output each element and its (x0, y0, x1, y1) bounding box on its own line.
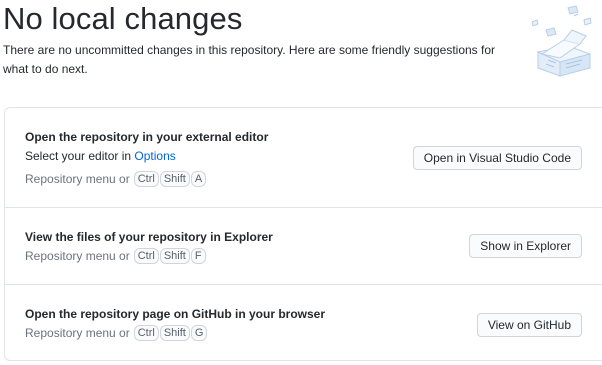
suggestion-description: Select your editor in Options (25, 149, 176, 163)
suggestion-title: Open the repository page on GitHub in yo… (25, 307, 326, 321)
suggestion-row-show-explorer: View the files of your repository in Exp… (5, 208, 602, 285)
kbd-key: A (190, 171, 207, 187)
shortcut-hint: Repository menu or Ctrl Shift G (25, 325, 208, 341)
shortcut-hint: Repository menu or Ctrl Shift F (25, 248, 207, 264)
kbd-ctrl: Ctrl (133, 171, 159, 187)
kbd-shift: Shift (159, 171, 190, 187)
hint-text: Repository menu or (25, 172, 130, 186)
kbd-shift: Shift (159, 325, 190, 341)
kbd-shift: Shift (159, 248, 190, 264)
shortcut-hint: Repository menu or Ctrl Shift A (25, 171, 207, 187)
suggestion-title: Open the repository in your external edi… (25, 130, 269, 144)
hint-text: Repository menu or (25, 326, 130, 340)
suggestion-title: View the files of your repository in Exp… (25, 230, 273, 244)
suggestion-row-open-editor: Open the repository in your external edi… (5, 108, 602, 208)
view-on-github-button[interactable]: View on GitHub (476, 313, 582, 337)
options-link[interactable]: Options (134, 149, 175, 163)
suggestions-panel: Open the repository in your external edi… (4, 107, 602, 361)
kbd-ctrl: Ctrl (133, 248, 159, 264)
open-in-editor-button[interactable]: Open in Visual Studio Code (412, 146, 582, 170)
kbd-key: F (190, 248, 206, 264)
suggestion-description-text: Select your editor in (25, 149, 135, 163)
show-in-explorer-button[interactable]: Show in Explorer (469, 234, 582, 258)
kbd-ctrl: Ctrl (133, 325, 159, 341)
page-subtitle: There are no uncommitted changes in this… (3, 43, 496, 76)
empty-state-illustration-icon (528, 2, 602, 78)
hint-text: Repository menu or (25, 249, 130, 263)
kbd-key: G (190, 325, 208, 341)
suggestion-row-view-github: Open the repository page on GitHub in yo… (5, 285, 602, 362)
page-title: No local changes (3, 1, 243, 36)
